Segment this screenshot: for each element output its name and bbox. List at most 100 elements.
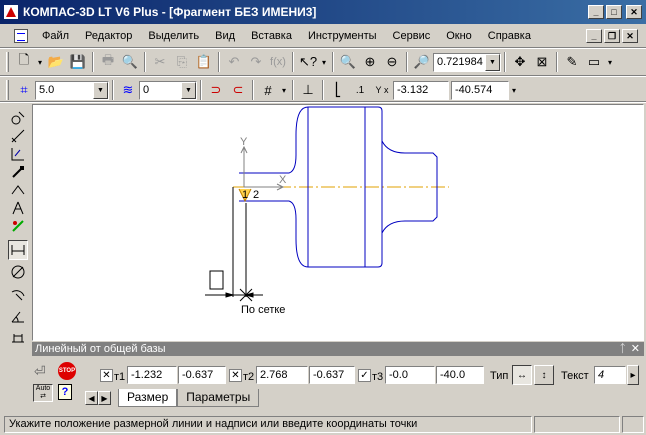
select-tools-icon[interactable] — [8, 216, 28, 236]
t1-y-field[interactable]: -0.637 — [178, 366, 226, 384]
radius-dimension-icon[interactable] — [8, 284, 28, 304]
properties-icon[interactable]: ✎ — [561, 51, 583, 73]
cursor-step-combo[interactable]: 5.0 ▼ — [35, 80, 109, 100]
maximize-button[interactable]: □ — [606, 5, 622, 19]
t1-x-field[interactable]: -1.232 — [127, 366, 177, 384]
menu-file[interactable]: Файл — [34, 30, 77, 42]
snap-magnet-icon[interactable]: ⊃ — [205, 79, 227, 101]
ortho-icon[interactable]: ⎣ — [327, 79, 349, 101]
layers-icon[interactable]: ≋ — [117, 79, 139, 101]
t1-label: т1 — [114, 371, 126, 383]
round-icon[interactable]: .1 — [349, 79, 371, 101]
axis-y-label: Y — [240, 136, 248, 148]
tab-scroll-right-icon[interactable]: ▶ — [98, 391, 111, 405]
print-icon[interactable]: 🖶 — [97, 51, 119, 73]
help-cursor-icon[interactable]: ↖? — [297, 51, 319, 73]
cut-icon[interactable]: ✂ — [149, 51, 171, 73]
dimensions-tools-icon[interactable] — [8, 126, 28, 146]
horizontal-dimension-button[interactable]: ↔ — [512, 365, 532, 385]
menu-view[interactable]: Вид — [207, 30, 243, 42]
t3-y-field[interactable]: -40.0 — [436, 366, 484, 384]
tab-scroll-left-icon[interactable]: ◀ — [85, 391, 98, 405]
parameterization-icon[interactable] — [8, 180, 28, 200]
drawing-canvas[interactable]: Y X 1 2 По сетке — [32, 104, 644, 341]
paste-icon[interactable]: 📋 — [193, 51, 215, 73]
print-preview-icon[interactable]: 🔍 — [119, 51, 141, 73]
chevron-down-icon[interactable]: ▼ — [181, 81, 196, 99]
menu-help[interactable]: Справка — [480, 30, 539, 42]
save-icon[interactable]: 💾 — [67, 51, 89, 73]
menu-service[interactable]: Сервис — [385, 30, 439, 42]
help-dropdown-icon[interactable]: ▾ — [319, 51, 329, 73]
snap-local-icon[interactable]: ⊂ — [227, 79, 249, 101]
doc-minimize-button[interactable]: _ — [586, 29, 602, 43]
tab-size[interactable]: Размер — [118, 389, 178, 407]
close-button[interactable]: ✕ — [626, 5, 642, 19]
menu-select[interactable]: Выделить — [140, 30, 207, 42]
minimize-button[interactable]: _ — [588, 5, 604, 19]
menu-tools[interactable]: Инструменты — [300, 30, 385, 42]
grid-dropdown-icon[interactable]: ▾ — [279, 79, 289, 101]
monitor-icon[interactable]: ▭ — [583, 51, 605, 73]
grid-icon[interactable]: # — [257, 79, 279, 101]
t1-checkbox[interactable]: ✕ — [100, 369, 113, 382]
edit-tools-icon[interactable] — [8, 162, 28, 182]
drawing-svg[interactable]: Y X 1 2 По сетке — [33, 105, 643, 340]
zoom-in-icon[interactable]: ⊕ — [359, 51, 381, 73]
linear-dimension-icon[interactable] — [8, 240, 28, 260]
panel-tabs: Размер Параметры — [118, 389, 260, 408]
doc-close-button[interactable]: ✕ — [622, 29, 638, 43]
zoom-scale-icon[interactable]: 🔎 — [411, 51, 433, 73]
chevron-down-icon[interactable]: ▼ — [93, 81, 108, 99]
menu-window[interactable]: Окно — [438, 30, 480, 42]
geometry-tools-icon[interactable] — [8, 108, 28, 128]
pin-icon[interactable]: ᛏ — [619, 342, 626, 356]
undo-icon[interactable]: ↶ — [223, 51, 245, 73]
zoom-window-icon[interactable]: 🔍 — [337, 51, 359, 73]
new-dropdown-icon[interactable]: ▾ — [35, 51, 45, 73]
angular-dimension-icon[interactable] — [8, 306, 28, 326]
coords-dropdown-icon[interactable]: ▾ — [509, 79, 519, 101]
t2-checkbox[interactable]: ✕ — [229, 369, 242, 382]
new-doc-icon[interactable]: 🗋 — [13, 51, 35, 73]
layer-value: 0 — [143, 84, 150, 96]
standard-toolbar: 🗋 ▾ 📂 💾 🖶 🔍 ✂ ⎘ 📋 ↶ ↷ f(x) ↖? ▾ 🔍 ⊕ ⊖ 🔎 … — [0, 49, 646, 75]
t2-y-field[interactable]: -0.637 — [309, 366, 355, 384]
layer-combo[interactable]: 0 ▼ — [139, 80, 197, 100]
cursor-step-icon[interactable]: ⌗ — [13, 79, 35, 101]
designations-tools-icon[interactable] — [8, 144, 28, 164]
local-cs-icon[interactable]: ⊥ — [297, 79, 319, 101]
function-icon[interactable]: f(x) — [267, 51, 289, 73]
zoom-scale-combo[interactable]: 0.721984 ▼ — [433, 52, 501, 72]
menu-editor[interactable]: Редактор — [77, 30, 140, 42]
zoom-out-icon[interactable]: ⊖ — [381, 51, 403, 73]
document-icon[interactable] — [14, 29, 28, 43]
dimension-text-field[interactable]: 4 — [594, 366, 626, 384]
more-arrow-icon[interactable]: ▸ — [627, 365, 639, 385]
show-all-icon[interactable]: ⊠ — [531, 51, 553, 73]
copy-icon[interactable]: ⎘ — [171, 51, 193, 73]
status-bar: Укажите положение размерной линии и надп… — [0, 414, 646, 435]
arc-dimension-icon[interactable] — [8, 328, 28, 348]
compact-tool-panel — [0, 104, 32, 410]
panel-close-icon[interactable]: ✕ — [631, 342, 640, 356]
pan-icon[interactable]: ✥ — [509, 51, 531, 73]
text-label: Текст — [561, 370, 589, 382]
tab-parameters[interactable]: Параметры — [177, 389, 260, 407]
measure-tools-icon[interactable] — [8, 198, 28, 218]
coordinate-y-field[interactable]: -40.574 — [451, 80, 509, 100]
diameter-dimension-icon[interactable] — [8, 262, 28, 282]
title-bar: КОМПАС-3D LT V6 Plus - [Фрагмент БЕЗ ИМЕ… — [0, 0, 646, 24]
t3-checkbox[interactable]: ✓ — [358, 369, 371, 382]
menu-insert[interactable]: Вставка — [243, 30, 300, 42]
coordinate-x-field[interactable]: -3.132 — [393, 80, 449, 100]
t3-x-field[interactable]: -0.0 — [385, 366, 435, 384]
vertical-dimension-button[interactable]: ↕ — [534, 365, 554, 385]
chevron-down-icon[interactable]: ▼ — [485, 53, 500, 71]
redo-icon[interactable]: ↷ — [245, 51, 267, 73]
monitor-dropdown-icon[interactable]: ▾ — [605, 51, 615, 73]
t2-x-field[interactable]: 2.768 — [256, 366, 308, 384]
open-folder-icon[interactable]: 📂 — [45, 51, 67, 73]
doc-restore-button[interactable]: ❐ — [604, 29, 620, 43]
origin-axes — [240, 145, 285, 191]
